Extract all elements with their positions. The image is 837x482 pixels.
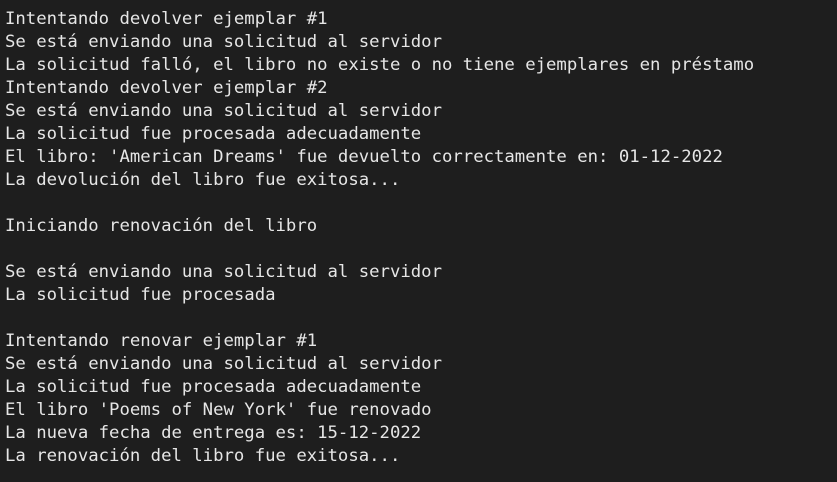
terminal-line: La devolución del libro fue exitosa...: [5, 170, 401, 190]
terminal-line: La nueva fecha de entrega es: 15-12-2022: [5, 423, 422, 443]
terminal-line: La renovación del libro fue exitosa...: [5, 446, 401, 466]
terminal-line: Se está enviando una solicitud al servid…: [5, 262, 442, 282]
terminal-line: El libro 'Poems of New York' fue renovad…: [5, 400, 432, 420]
terminal-line: Intentando devolver ejemplar #2: [5, 78, 328, 98]
terminal-line: Se está enviando una solicitud al servid…: [5, 354, 442, 374]
terminal-line: Se está enviando una solicitud al servid…: [5, 101, 442, 121]
terminal-line: Iniciando renovación del libro: [5, 216, 318, 236]
terminal-line: La solicitud falló, el libro no existe o…: [5, 55, 755, 75]
terminal-line: La solicitud fue procesada adecuadamente: [5, 124, 422, 144]
terminal-line: La solicitud fue procesada: [5, 285, 276, 305]
terminal-line: Intentando renovar ejemplar #1: [5, 331, 318, 351]
terminal-line: La solicitud fue procesada adecuadamente: [5, 377, 422, 397]
terminal-line: Intentando devolver ejemplar #1: [5, 9, 328, 29]
terminal-line: Se está enviando una solicitud al servid…: [5, 32, 442, 52]
terminal-output[interactable]: Intentando devolver ejemplar #1 Se está …: [0, 0, 837, 482]
terminal-line: El libro: 'American Dreams' fue devuelto…: [5, 147, 723, 167]
